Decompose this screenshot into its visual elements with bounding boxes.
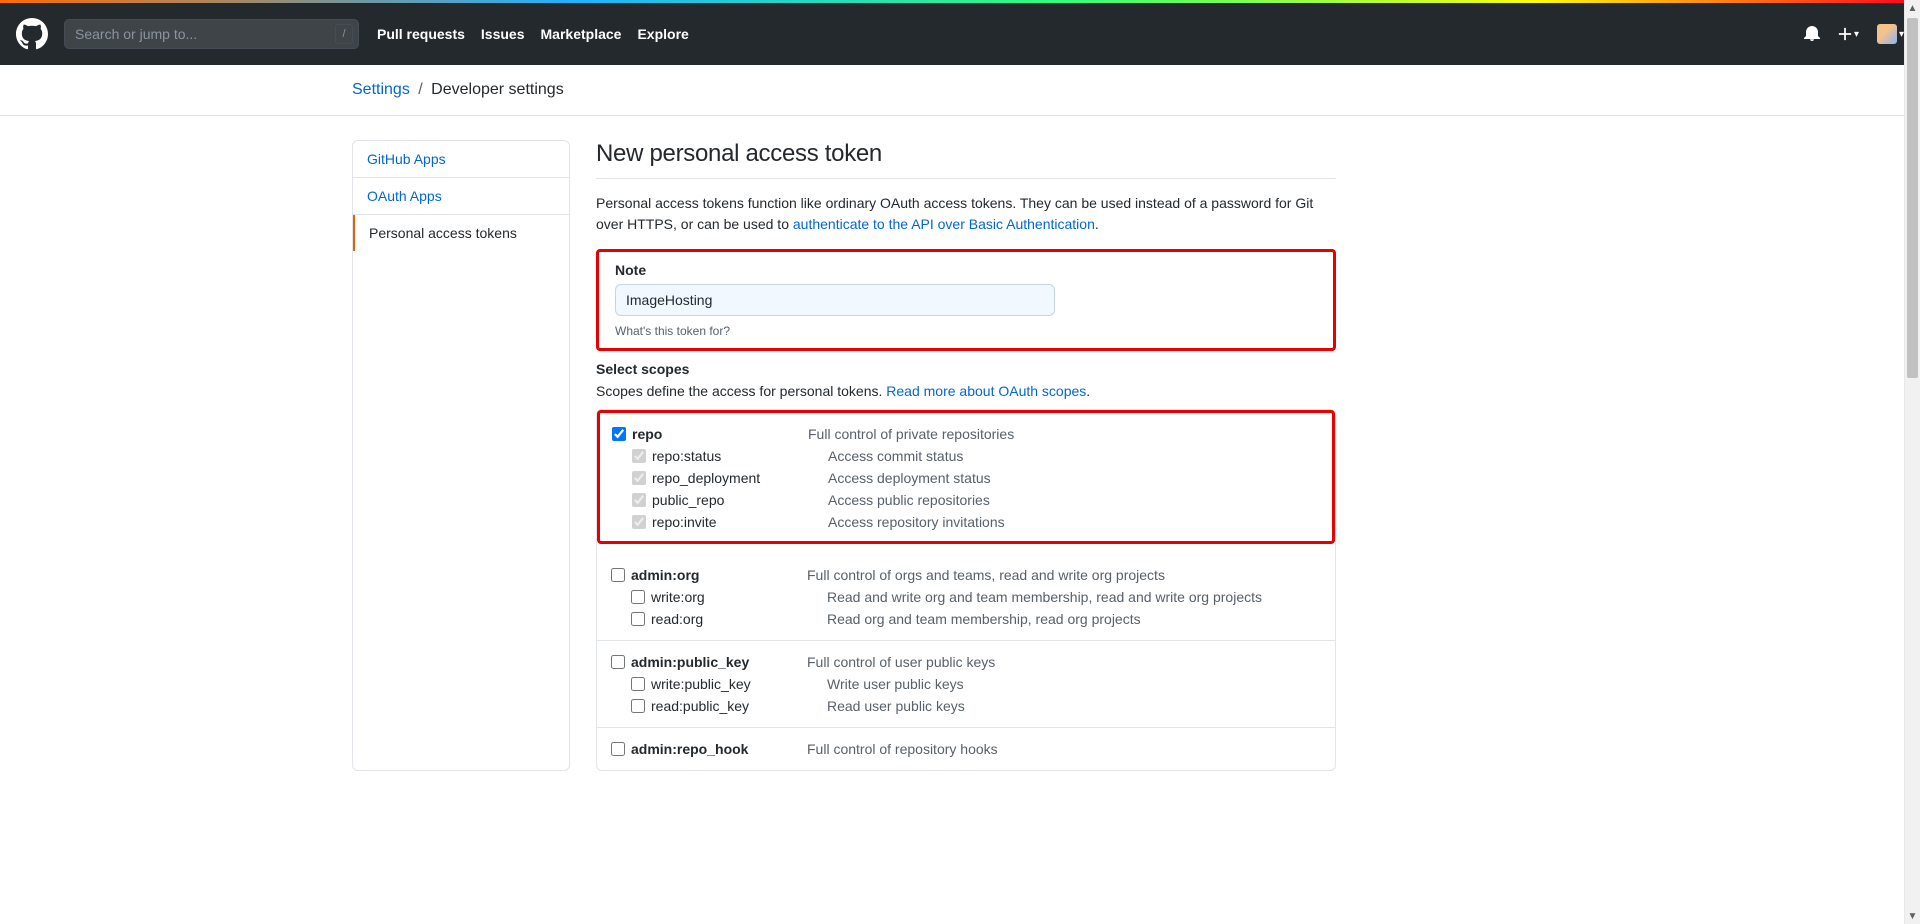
note-hint: What's this token for? [615, 324, 1317, 338]
scope-name: admin:org [625, 567, 807, 583]
scope-row: public_repoAccess public repositories [612, 489, 1320, 511]
scope-name: repo_deployment [646, 470, 828, 486]
scope-checkbox[interactable] [612, 427, 626, 441]
sidebar: GitHub Apps OAuth Apps Personal access t… [352, 140, 570, 771]
sidebar-item-personal-access-tokens[interactable]: Personal access tokens [353, 215, 569, 251]
chevron-down-icon: ▾ [1854, 29, 1859, 40]
scope-checkbox[interactable] [611, 655, 625, 669]
scope-checkbox[interactable] [631, 699, 645, 713]
nav-marketplace[interactable]: Marketplace [541, 26, 622, 42]
scope-name: write:org [645, 589, 827, 605]
scope-description: Full control of repository hooks [807, 741, 998, 757]
scope-description: Access deployment status [828, 470, 991, 486]
scope-row: repo:inviteAccess repository invitations [612, 511, 1320, 533]
scope-checkbox [632, 515, 646, 529]
scope-name: admin:repo_hook [625, 741, 807, 757]
scope-group: admin:orgFull control of orgs and teams,… [597, 554, 1335, 641]
scopes-lead-post: . [1086, 383, 1090, 399]
lead-link[interactable]: authenticate to the API over Basic Authe… [793, 216, 1095, 232]
scope-row: repo_deploymentAccess deployment status [612, 467, 1320, 489]
scope-name: read:org [645, 611, 827, 627]
scope-checkbox[interactable] [631, 677, 645, 691]
scopes-lead-pre: Scopes define the access for personal to… [596, 383, 886, 399]
global-header: / Pull requests Issues Marketplace Explo… [0, 3, 1920, 65]
scope-row: admin:public_keyFull control of user pub… [611, 651, 1321, 673]
scope-checkbox[interactable] [631, 612, 645, 626]
scope-row: admin:orgFull control of orgs and teams,… [611, 564, 1321, 586]
breadcrumb-settings[interactable]: Settings [352, 81, 410, 98]
scope-row: write:public_keyWrite user public keys [611, 673, 1321, 695]
note-highlight-box: Note What's this token for? [596, 249, 1336, 351]
scope-description: Read org and team membership, read org p… [827, 611, 1141, 627]
scope-description: Read and write org and team membership, … [827, 589, 1262, 605]
scope-row: repo:statusAccess commit status [612, 445, 1320, 467]
scope-name: admin:public_key [625, 654, 807, 670]
scope-description: Access commit status [828, 448, 963, 464]
note-label: Note [615, 262, 1317, 278]
page-title: New personal access token [596, 140, 1336, 179]
scroll-down-arrow[interactable]: ▼ [1905, 908, 1920, 924]
search-wrap: / [64, 19, 359, 49]
lead-text-post: . [1095, 216, 1099, 232]
scope-name: write:public_key [645, 676, 827, 692]
scope-name: repo:invite [646, 514, 828, 530]
scope-description: Full control of private repositories [808, 426, 1014, 442]
lead-paragraph: Personal access tokens function like ord… [596, 193, 1336, 235]
sidebar-item-github-apps[interactable]: GitHub Apps [353, 141, 569, 178]
scope-checkbox[interactable] [631, 590, 645, 604]
scope-group: admin:repo_hookFull control of repositor… [597, 728, 1335, 770]
scope-checkbox[interactable] [611, 742, 625, 756]
nav-pull-requests[interactable]: Pull requests [377, 26, 465, 42]
scopes-lead-link[interactable]: Read more about OAuth scopes [886, 383, 1086, 399]
subnav: Settings / Developer settings [0, 65, 1920, 116]
notifications-icon[interactable] [1804, 25, 1820, 44]
breadcrumb-current: Developer settings [431, 81, 564, 98]
vertical-scrollbar[interactable]: ▲ ▼ [1904, 0, 1920, 924]
scroll-up-arrow[interactable]: ▲ [1905, 0, 1920, 16]
scope-description: Write user public keys [827, 676, 964, 692]
scope-row: repoFull control of private repositories [612, 423, 1320, 445]
scope-checkbox [632, 471, 646, 485]
scope-group: admin:public_keyFull control of user pub… [597, 641, 1335, 728]
user-menu[interactable]: ▾ [1877, 24, 1904, 44]
scopes-table: repoFull control of private repositories… [596, 409, 1336, 771]
scopes-lead: Scopes define the access for personal to… [596, 383, 1336, 399]
scope-name: public_repo [646, 492, 828, 508]
select-scopes-heading: Select scopes [596, 361, 1336, 377]
scope-row: read:orgRead org and team membership, re… [611, 608, 1321, 630]
scope-description: Access repository invitations [828, 514, 1005, 530]
sidebar-item-oauth-apps[interactable]: OAuth Apps [353, 178, 569, 215]
main-content: New personal access token Personal acces… [596, 140, 1336, 771]
scope-checkbox [632, 449, 646, 463]
scope-checkbox [632, 493, 646, 507]
scope-row: read:public_keyRead user public keys [611, 695, 1321, 717]
scope-row: admin:repo_hookFull control of repositor… [611, 738, 1321, 760]
scope-description: Access public repositories [828, 492, 990, 508]
breadcrumb-separator: / [418, 81, 422, 98]
create-new-menu[interactable]: ▾ [1838, 27, 1859, 41]
scope-description: Read user public keys [827, 698, 965, 714]
scope-name: repo:status [646, 448, 828, 464]
primary-nav: Pull requests Issues Marketplace Explore [377, 26, 689, 42]
github-logo[interactable] [16, 18, 48, 50]
scope-name: repo [626, 426, 808, 442]
breadcrumb: Settings / Developer settings [352, 81, 1568, 99]
scope-row: write:orgRead and write org and team mem… [611, 586, 1321, 608]
scope-description: Full control of user public keys [807, 654, 995, 670]
search-input[interactable] [64, 19, 359, 49]
nav-issues[interactable]: Issues [481, 26, 525, 42]
scope-description: Full control of orgs and teams, read and… [807, 567, 1165, 583]
avatar [1877, 24, 1897, 44]
page-container: GitHub Apps OAuth Apps Personal access t… [320, 116, 1600, 795]
search-shortcut-badge: / [335, 24, 353, 44]
header-right: ▾ ▾ [1804, 24, 1904, 44]
nav-explore[interactable]: Explore [637, 26, 688, 42]
scroll-thumb[interactable] [1907, 18, 1918, 378]
scope-checkbox[interactable] [611, 568, 625, 582]
scope-group: repoFull control of private repositories… [612, 421, 1320, 535]
note-input[interactable] [615, 284, 1055, 316]
scope-name: read:public_key [645, 698, 827, 714]
scopes-highlight-box: repoFull control of private repositories… [597, 410, 1335, 544]
